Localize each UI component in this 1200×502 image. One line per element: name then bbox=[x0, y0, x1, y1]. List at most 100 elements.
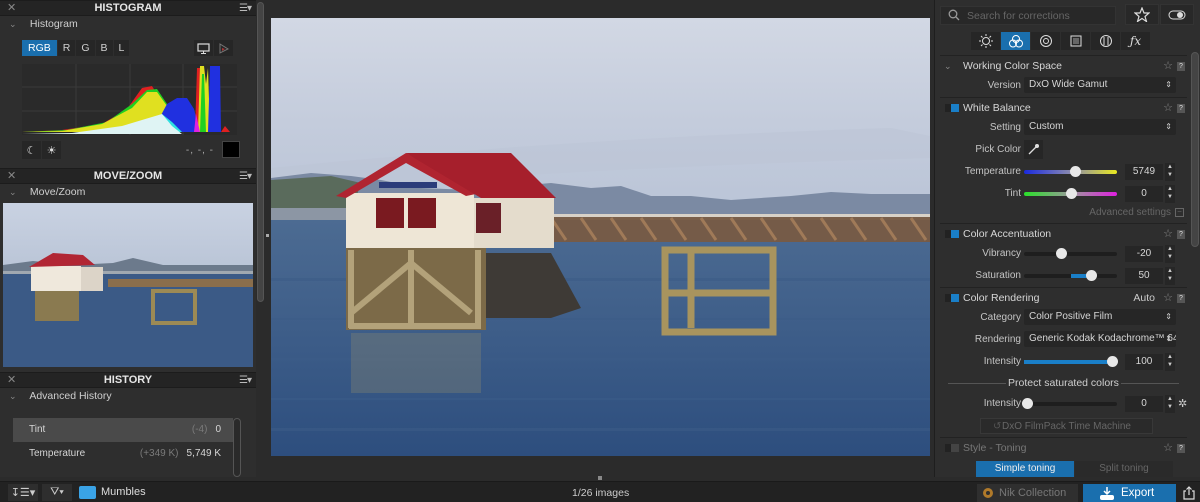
navigator-thumbnail[interactable] bbox=[3, 203, 253, 367]
search-corrections-input[interactable]: Search for corrections bbox=[940, 6, 1116, 25]
left-panel-scrollbar[interactable] bbox=[257, 2, 264, 302]
local-adjust-icon[interactable] bbox=[1091, 32, 1120, 50]
vibrancy-input[interactable]: -20 bbox=[1125, 246, 1163, 262]
slider-knob[interactable] bbox=[1070, 166, 1082, 177]
auto-magic-wand-icon[interactable]: ✲ bbox=[1178, 397, 1187, 410]
detail-icon[interactable] bbox=[1031, 32, 1060, 50]
panel-menu-icon[interactable]: ☰▾ bbox=[239, 373, 252, 388]
rendering-select[interactable]: Generic Kodak Kodachrome™ 64 ⇕ bbox=[1024, 331, 1176, 347]
history-item-name: Tint bbox=[29, 424, 46, 435]
highlight-clipping-sun-icon[interactable]: ☀ bbox=[42, 141, 61, 159]
slider-knob[interactable] bbox=[1107, 356, 1119, 367]
enable-checkbox[interactable] bbox=[945, 444, 959, 452]
sort-button[interactable]: ↧☰▾ bbox=[8, 484, 38, 501]
auto-badge[interactable]: Auto bbox=[1133, 288, 1155, 308]
share-button[interactable] bbox=[1180, 484, 1198, 502]
folder-name[interactable]: Mumbles bbox=[101, 486, 146, 498]
channel-tab-rgb[interactable]: RGB bbox=[22, 40, 57, 56]
history-item[interactable]: Tint (-4) 0 bbox=[13, 418, 233, 442]
style-toning-header[interactable]: Style - Toning ☆ ? bbox=[940, 437, 1187, 457]
tint-input[interactable]: 0 bbox=[1125, 186, 1163, 202]
light-icon[interactable] bbox=[971, 32, 1000, 50]
geometry-icon[interactable] bbox=[1061, 32, 1090, 50]
enable-checkbox[interactable] bbox=[945, 294, 959, 302]
help-icon[interactable]: ? bbox=[1177, 444, 1185, 453]
history-section-header[interactable]: ⌄ Advanced History bbox=[0, 388, 256, 405]
temperature-stepper[interactable]: ▲ ▼ bbox=[1165, 163, 1175, 181]
channel-tab-l[interactable]: L bbox=[113, 40, 130, 56]
histogram-section-header[interactable]: ⌄ Histogram bbox=[0, 16, 256, 33]
close-icon[interactable]: ✕ bbox=[7, 1, 16, 16]
star-icon[interactable]: ☆ bbox=[1163, 224, 1173, 244]
star-icon[interactable]: ☆ bbox=[1163, 56, 1173, 76]
left-panel: ✕ HISTOGRAM ☰▾ ⌄ Histogram RGB R G B L ☾… bbox=[0, 0, 256, 477]
temperature-slider[interactable] bbox=[1024, 166, 1117, 177]
split-toning-option[interactable]: Split toning bbox=[1075, 461, 1173, 477]
help-icon[interactable]: ? bbox=[1177, 104, 1185, 113]
tint-slider[interactable] bbox=[1024, 188, 1117, 199]
gamut-icon[interactable] bbox=[214, 40, 233, 56]
color-rendering-header[interactable]: Color Rendering Auto ☆ ? bbox=[940, 287, 1187, 307]
image-count: 1/26 images bbox=[572, 487, 630, 499]
enable-checkbox[interactable] bbox=[945, 230, 959, 238]
slider-knob[interactable] bbox=[1085, 270, 1097, 281]
slider-knob[interactable] bbox=[1021, 398, 1033, 409]
main-photo[interactable] bbox=[271, 18, 930, 456]
close-icon[interactable]: ✕ bbox=[7, 169, 16, 184]
history-item[interactable]: Temperature (+349 K) 5,749 K bbox=[13, 442, 233, 466]
toggle-button[interactable] bbox=[1160, 4, 1194, 25]
channel-tab-b[interactable]: B bbox=[95, 40, 113, 56]
eyedropper-button[interactable] bbox=[1024, 140, 1043, 159]
close-icon[interactable]: ✕ bbox=[7, 373, 16, 388]
panel-menu-icon[interactable]: ☰▾ bbox=[239, 1, 252, 16]
eyedropper-icon bbox=[1028, 144, 1039, 155]
left-panel-collapse-handle[interactable] bbox=[266, 234, 269, 237]
white-balance-header[interactable]: White Balance ☆ ? bbox=[940, 97, 1187, 117]
filmstrip-handle[interactable] bbox=[598, 476, 602, 480]
favorites-star-button[interactable] bbox=[1125, 4, 1159, 25]
export-button[interactable]: Export bbox=[1083, 484, 1176, 502]
protect-intensity-stepper[interactable]: ▲ ▼ bbox=[1165, 395, 1175, 413]
star-icon[interactable]: ☆ bbox=[1163, 288, 1173, 308]
saturation-stepper[interactable]: ▲ ▼ bbox=[1165, 267, 1175, 285]
panel-menu-icon[interactable]: ☰▾ bbox=[239, 169, 252, 184]
temperature-input[interactable]: 5749 bbox=[1125, 164, 1163, 180]
intensity-input[interactable]: 100 bbox=[1125, 354, 1163, 370]
vibrancy-stepper[interactable]: ▲ ▼ bbox=[1165, 245, 1175, 263]
star-icon[interactable]: ☆ bbox=[1163, 98, 1173, 118]
working-color-space-header[interactable]: ⌄ Working Color Space ☆ ? bbox=[940, 55, 1187, 75]
channel-tab-r[interactable]: R bbox=[57, 40, 76, 56]
slider-knob[interactable] bbox=[1065, 188, 1077, 199]
intensity-stepper[interactable]: ▲ ▼ bbox=[1165, 353, 1175, 371]
fx-icon[interactable]: ƒx bbox=[1121, 32, 1150, 50]
move-zoom-section-header[interactable]: ⌄ Move/Zoom bbox=[0, 184, 256, 201]
protect-intensity-input[interactable]: 0 bbox=[1125, 396, 1163, 412]
vibrancy-slider[interactable] bbox=[1024, 248, 1117, 259]
tint-stepper[interactable]: ▲ ▼ bbox=[1165, 185, 1175, 203]
shadow-clipping-moon-icon[interactable]: ☾ bbox=[22, 141, 41, 159]
saturation-input[interactable]: 50 bbox=[1125, 268, 1163, 284]
history-scrollbar[interactable] bbox=[233, 418, 241, 477]
right-panel-scrollbar[interactable] bbox=[1191, 52, 1199, 247]
intensity-slider[interactable] bbox=[1024, 356, 1119, 367]
category-select[interactable]: Color Positive Film ⇕ bbox=[1024, 309, 1176, 325]
advanced-settings-toggle[interactable]: Advanced settings − bbox=[940, 205, 1187, 223]
nik-collection-button[interactable]: Nik Collection bbox=[977, 484, 1078, 502]
setting-select[interactable]: Custom ⇕ bbox=[1024, 119, 1176, 135]
filter-button[interactable]: ⛛▾ bbox=[42, 484, 72, 501]
simple-toning-option[interactable]: Simple toning bbox=[976, 461, 1074, 477]
enable-checkbox[interactable] bbox=[945, 104, 959, 112]
star-icon[interactable]: ☆ bbox=[1163, 438, 1173, 458]
filmpack-time-machine-button[interactable]: ↺ DxO FilmPack Time Machine bbox=[980, 418, 1153, 434]
color-accentuation-header[interactable]: Color Accentuation ☆ ? bbox=[940, 223, 1187, 243]
help-icon[interactable]: ? bbox=[1177, 294, 1185, 303]
saturation-slider[interactable] bbox=[1024, 270, 1117, 281]
protect-intensity-slider[interactable] bbox=[1021, 398, 1117, 409]
help-icon[interactable]: ? bbox=[1177, 62, 1185, 71]
slider-knob[interactable] bbox=[1056, 248, 1068, 259]
help-icon[interactable]: ? bbox=[1177, 230, 1185, 239]
version-select[interactable]: DxO Wide Gamut ⇕ bbox=[1024, 77, 1176, 93]
monitor-icon[interactable] bbox=[194, 40, 213, 56]
color-icon[interactable] bbox=[1001, 32, 1030, 50]
channel-tab-g[interactable]: G bbox=[76, 40, 95, 56]
